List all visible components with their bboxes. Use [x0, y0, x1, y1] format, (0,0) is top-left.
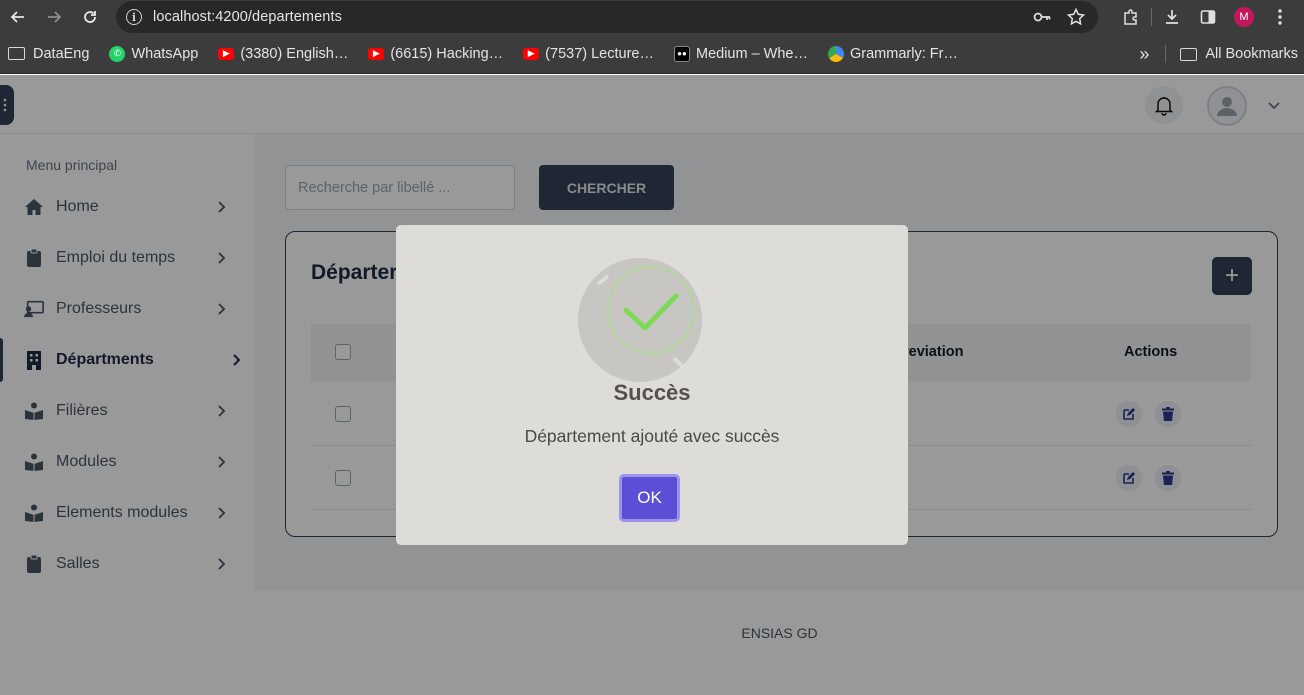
bookmark-label: WhatsApp — [131, 45, 199, 62]
downloads-button[interactable] — [1154, 0, 1190, 34]
bookmarks-separator — [1165, 45, 1167, 63]
bookmark-label: (6615) Hacking… — [390, 45, 504, 62]
download-icon — [1166, 10, 1178, 24]
url-text: localhost:4200/departements — [153, 9, 342, 25]
youtube-icon: ▶ — [523, 47, 540, 60]
browser-menu-button[interactable] — [1262, 0, 1298, 34]
toolbar-actions: M — [1113, 0, 1298, 34]
profile-button[interactable]: M — [1226, 0, 1262, 34]
puzzle-icon — [1124, 9, 1137, 25]
profile-avatar: M — [1234, 7, 1254, 27]
bookmarks-bar: DataEng ✆ WhatsApp ▶ (3380) English… ▶ (… — [0, 34, 1304, 74]
bookmark-youtube-english[interactable]: ▶ (3380) English… — [218, 46, 348, 62]
folder-icon — [1180, 47, 1198, 61]
bookmark-grammarly[interactable]: Grammarly: Fr… — [828, 45, 958, 62]
url-path: :4200/departements — [211, 9, 342, 25]
chrome-webstore-icon — [828, 45, 844, 62]
toolbar-separator — [1151, 8, 1152, 26]
whatsapp-icon: ✆ — [109, 45, 126, 62]
bookmarks-right: » All Bookmarks — [1139, 34, 1298, 74]
arrow-right-icon — [48, 11, 62, 23]
url-host: localhost — [153, 9, 212, 25]
bookmark-label: DataEng — [33, 45, 90, 62]
bookmark-label: Medium – Whe… — [695, 45, 808, 62]
dialog-message: Département ajouté avec succès — [524, 426, 780, 446]
bookmark-youtube-lecture[interactable]: ▶ (7537) Lecture… — [523, 46, 654, 62]
bookmark-star-icon[interactable] — [1066, 7, 1086, 27]
bookmark-label: (3380) English… — [240, 45, 349, 62]
extensions-button[interactable] — [1113, 0, 1149, 34]
dialog-title: Succès — [613, 380, 691, 405]
bookmark-whatsapp[interactable]: ✆ WhatsApp — [109, 45, 199, 62]
arrow-left-icon — [10, 11, 24, 23]
browser-toolbar: i localhost:4200/departements M — [0, 0, 1304, 34]
address-bar[interactable]: i localhost:4200/departements — [116, 1, 1098, 33]
bookmarks-overflow-button[interactable]: » — [1139, 44, 1149, 65]
side-panel-icon — [1200, 10, 1216, 24]
side-panel-button[interactable] — [1190, 0, 1226, 34]
success-check-icon — [578, 258, 702, 382]
youtube-icon: ▶ — [218, 47, 235, 60]
back-button[interactable] — [0, 0, 36, 34]
password-key-icon[interactable] — [1032, 7, 1052, 27]
medium-icon: ●● — [673, 45, 690, 62]
site-info-icon[interactable]: i — [126, 9, 142, 25]
bookmark-medium[interactable]: ●● Medium – Whe… — [673, 45, 808, 62]
bookmark-label: (7537) Lecture… — [545, 45, 654, 62]
ok-button[interactable]: OK — [619, 474, 680, 522]
kebab-menu-icon — [1278, 9, 1282, 25]
bookmark-youtube-hacking[interactable]: ▶ (6615) Hacking… — [368, 46, 503, 62]
omnibox-actions — [1032, 7, 1086, 27]
bookmark-label: Grammarly: Fr… — [850, 45, 958, 62]
bookmark-dataeng[interactable]: DataEng — [8, 46, 89, 62]
forward-button[interactable] — [36, 0, 72, 34]
folder-icon — [8, 47, 25, 60]
youtube-icon: ▶ — [368, 47, 385, 60]
all-bookmarks-label: All Bookmarks — [1205, 46, 1298, 62]
reload-icon — [84, 11, 96, 23]
reload-button[interactable] — [72, 0, 108, 34]
success-dialog: Succès Département ajouté avec succès OK — [396, 225, 908, 545]
all-bookmarks-button[interactable]: All Bookmarks — [1180, 46, 1298, 62]
